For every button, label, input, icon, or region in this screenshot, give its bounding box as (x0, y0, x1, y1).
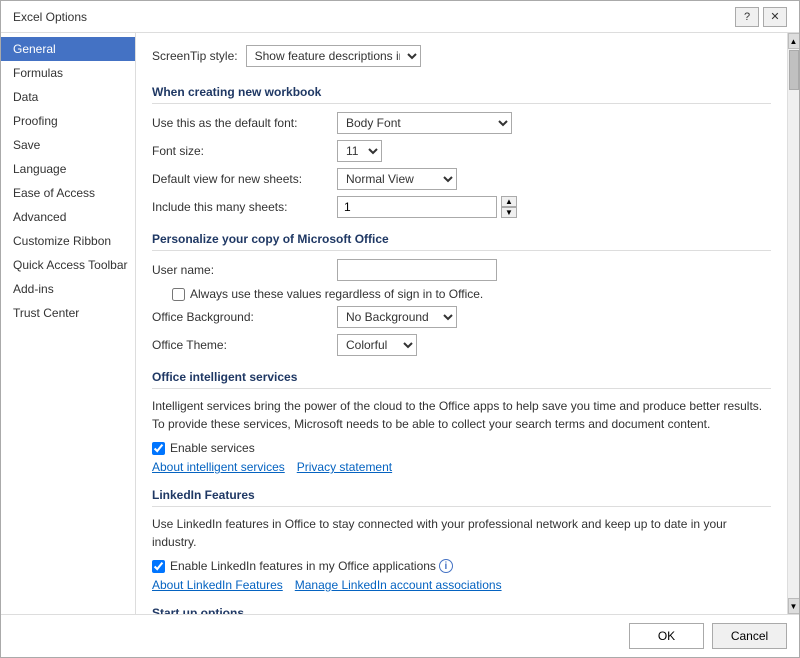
default-view-select[interactable]: Normal View Page Break Preview Page Layo… (337, 168, 457, 190)
manage-linkedin-link[interactable]: Manage LinkedIn account associations (295, 578, 502, 592)
office-bg-select[interactable]: No Background Circles and Stripes Circui… (337, 306, 457, 328)
office-theme-label: Office Theme: (152, 338, 337, 352)
default-font-row: Use this as the default font: Body Font … (152, 112, 771, 134)
screentip-label: ScreenTip style: (152, 49, 238, 63)
username-input[interactable]: Clayton (337, 259, 497, 281)
sidebar-item-customize-ribbon[interactable]: Customize Ribbon (1, 229, 135, 253)
sheets-count-label: Include this many sheets: (152, 200, 337, 214)
dialog-body: General Formulas Data Proofing Save Lang… (1, 33, 799, 614)
username-label: User name: (152, 263, 337, 277)
default-font-label: Use this as the default font: (152, 116, 337, 130)
linkedin-section-header: LinkedIn Features (152, 480, 771, 507)
intelligent-services-header: Office intelligent services (152, 362, 771, 389)
default-view-row: Default view for new sheets: Normal View… (152, 168, 771, 190)
enable-services-checkbox[interactable] (152, 442, 165, 455)
sidebar-item-add-ins[interactable]: Add-ins (1, 277, 135, 301)
new-workbook-section-header: When creating new workbook (152, 77, 771, 104)
sidebar-item-save[interactable]: Save (1, 133, 135, 157)
enable-linkedin-checkbox[interactable] (152, 560, 165, 573)
ok-button[interactable]: OK (629, 623, 704, 649)
excel-options-dialog: Excel Options ? ✕ General Formulas Data … (0, 0, 800, 658)
office-bg-label: Office Background: (152, 310, 337, 324)
office-theme-control: Colorful Dark Gray Black White (337, 334, 417, 356)
about-linkedin-link[interactable]: About LinkedIn Features (152, 578, 283, 592)
sheets-count-input[interactable] (337, 196, 497, 218)
title-bar-controls: ? ✕ (735, 7, 787, 27)
sidebar-item-ease-of-access[interactable]: Ease of Access (1, 181, 135, 205)
sidebar-item-proofing[interactable]: Proofing (1, 109, 135, 133)
scroll-track[interactable] (788, 49, 800, 598)
cancel-button[interactable]: Cancel (712, 623, 787, 649)
enable-linkedin-row: Enable LinkedIn features in my Office ap… (152, 559, 771, 573)
intelligent-services-links: About intelligent services Privacy state… (152, 460, 771, 474)
username-control: Clayton (337, 259, 497, 281)
linkedin-info-icon: i (439, 559, 453, 573)
default-font-select[interactable]: Body Font Arial Calibri (337, 112, 512, 134)
always-use-row: Always use these values regardless of si… (152, 287, 771, 301)
sidebar-item-language[interactable]: Language (1, 157, 135, 181)
default-view-label: Default view for new sheets: (152, 172, 337, 186)
linkedin-text: Use LinkedIn features in Office to stay … (152, 515, 771, 551)
sidebar-item-data[interactable]: Data (1, 85, 135, 109)
about-intelligent-link[interactable]: About intelligent services (152, 460, 285, 474)
main-content: ScreenTip style: Show feature descriptio… (136, 33, 799, 614)
screentip-select[interactable]: Show feature descriptions in ScreenTips … (246, 45, 421, 67)
office-theme-row: Office Theme: Colorful Dark Gray Black W… (152, 334, 771, 356)
dialog-footer: OK Cancel (1, 614, 799, 657)
font-size-row: Font size: 891011121416 (152, 140, 771, 162)
dialog-title: Excel Options (13, 10, 87, 24)
office-bg-control: No Background Circles and Stripes Circui… (337, 306, 457, 328)
font-size-label: Font size: (152, 144, 337, 158)
scroll-up-arrow[interactable]: ▲ (788, 33, 800, 49)
scroll-down-arrow[interactable]: ▼ (788, 598, 800, 614)
content-area: ScreenTip style: Show feature descriptio… (136, 33, 787, 614)
scrollbar[interactable]: ▲ ▼ (787, 33, 799, 614)
username-row: User name: Clayton (152, 259, 771, 281)
office-bg-row: Office Background: No Background Circles… (152, 306, 771, 328)
sidebar-item-advanced[interactable]: Advanced (1, 205, 135, 229)
sidebar-item-general[interactable]: General (1, 37, 135, 61)
spinner-down-button[interactable]: ▼ (501, 207, 517, 218)
spinner-buttons: ▲ ▼ (501, 196, 517, 218)
linkedin-links: About LinkedIn Features Manage LinkedIn … (152, 578, 771, 592)
startup-section-header: Start up options (152, 598, 771, 614)
intelligent-services-text: Intelligent services bring the power of … (152, 397, 771, 433)
close-button[interactable]: ✕ (763, 7, 787, 27)
scroll-thumb[interactable] (789, 50, 799, 90)
sheets-count-control: ▲ ▼ (337, 196, 517, 218)
always-use-label: Always use these values regardless of si… (190, 287, 483, 301)
title-bar: Excel Options ? ✕ (1, 1, 799, 33)
always-use-checkbox[interactable] (172, 288, 185, 301)
enable-linkedin-label: Enable LinkedIn features in my Office ap… (170, 559, 436, 573)
office-theme-select[interactable]: Colorful Dark Gray Black White (337, 334, 417, 356)
enable-services-label: Enable services (170, 441, 255, 455)
sidebar: General Formulas Data Proofing Save Lang… (1, 33, 136, 614)
default-view-control: Normal View Page Break Preview Page Layo… (337, 168, 457, 190)
spinner-up-button[interactable]: ▲ (501, 196, 517, 207)
font-size-control: 891011121416 (337, 140, 382, 162)
help-button[interactable]: ? (735, 7, 759, 27)
sidebar-item-formulas[interactable]: Formulas (1, 61, 135, 85)
sheets-count-row: Include this many sheets: ▲ ▼ (152, 196, 771, 218)
sidebar-item-quick-access-toolbar[interactable]: Quick Access Toolbar (1, 253, 135, 277)
personalize-section-header: Personalize your copy of Microsoft Offic… (152, 224, 771, 251)
privacy-statement-link[interactable]: Privacy statement (297, 460, 392, 474)
sidebar-item-trust-center[interactable]: Trust Center (1, 301, 135, 325)
enable-services-row: Enable services (152, 441, 771, 455)
font-size-select[interactable]: 891011121416 (337, 140, 382, 162)
screentip-row: ScreenTip style: Show feature descriptio… (152, 45, 771, 67)
default-font-control: Body Font Arial Calibri (337, 112, 512, 134)
